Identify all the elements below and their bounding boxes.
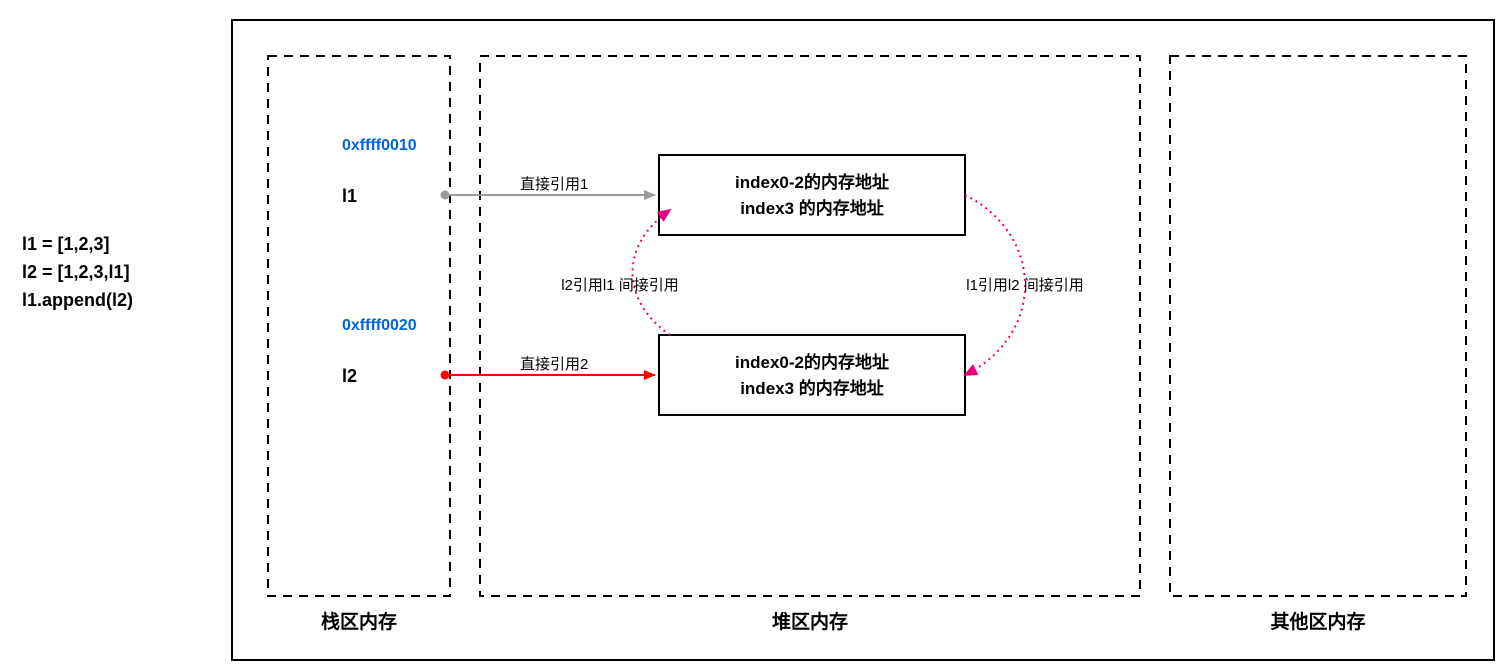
other-box [1170,56,1466,596]
label-indirect-left: l2引用l1 间接引用 [561,277,679,294]
heap-obj-2-line2: index3 的内存地址 [740,378,884,398]
label-indirect-right: l1引用l2 间接引用 [966,277,1084,294]
stack-label: 栈区内存 [321,610,397,633]
heap-obj-1-line1: index0-2的内存地址 [735,172,889,192]
var-l1: l1 [342,186,357,206]
curve-indirect-left [633,210,671,335]
code-line-2: l2 = [1,2,3,l1] [22,262,130,282]
heap-box [480,56,1140,596]
heap-obj-2-line1: index0-2的内存地址 [735,352,889,372]
var-l2: l2 [342,366,357,386]
code-line-1: l1 = [1,2,3] [22,234,110,254]
code-line-3: l1.append(l2) [22,290,133,310]
memory-diagram: l1 = [1,2,3] l2 = [1,2,3,l1] l1.append(l… [0,0,1510,672]
other-label: 其他区内存 [1270,610,1365,633]
outer-frame [232,20,1494,660]
label-direct-2: 直接引用2 [520,356,588,373]
heap-obj-1-line2: index3 的内存地址 [740,198,884,218]
addr-l2: 0xffff0020 [342,317,417,334]
heap-label: 堆区内存 [772,610,848,633]
label-direct-1: 直接引用1 [520,176,588,193]
heap-obj-1 [659,155,965,235]
heap-obj-2 [659,335,965,415]
addr-l1: 0xffff0010 [342,137,417,154]
